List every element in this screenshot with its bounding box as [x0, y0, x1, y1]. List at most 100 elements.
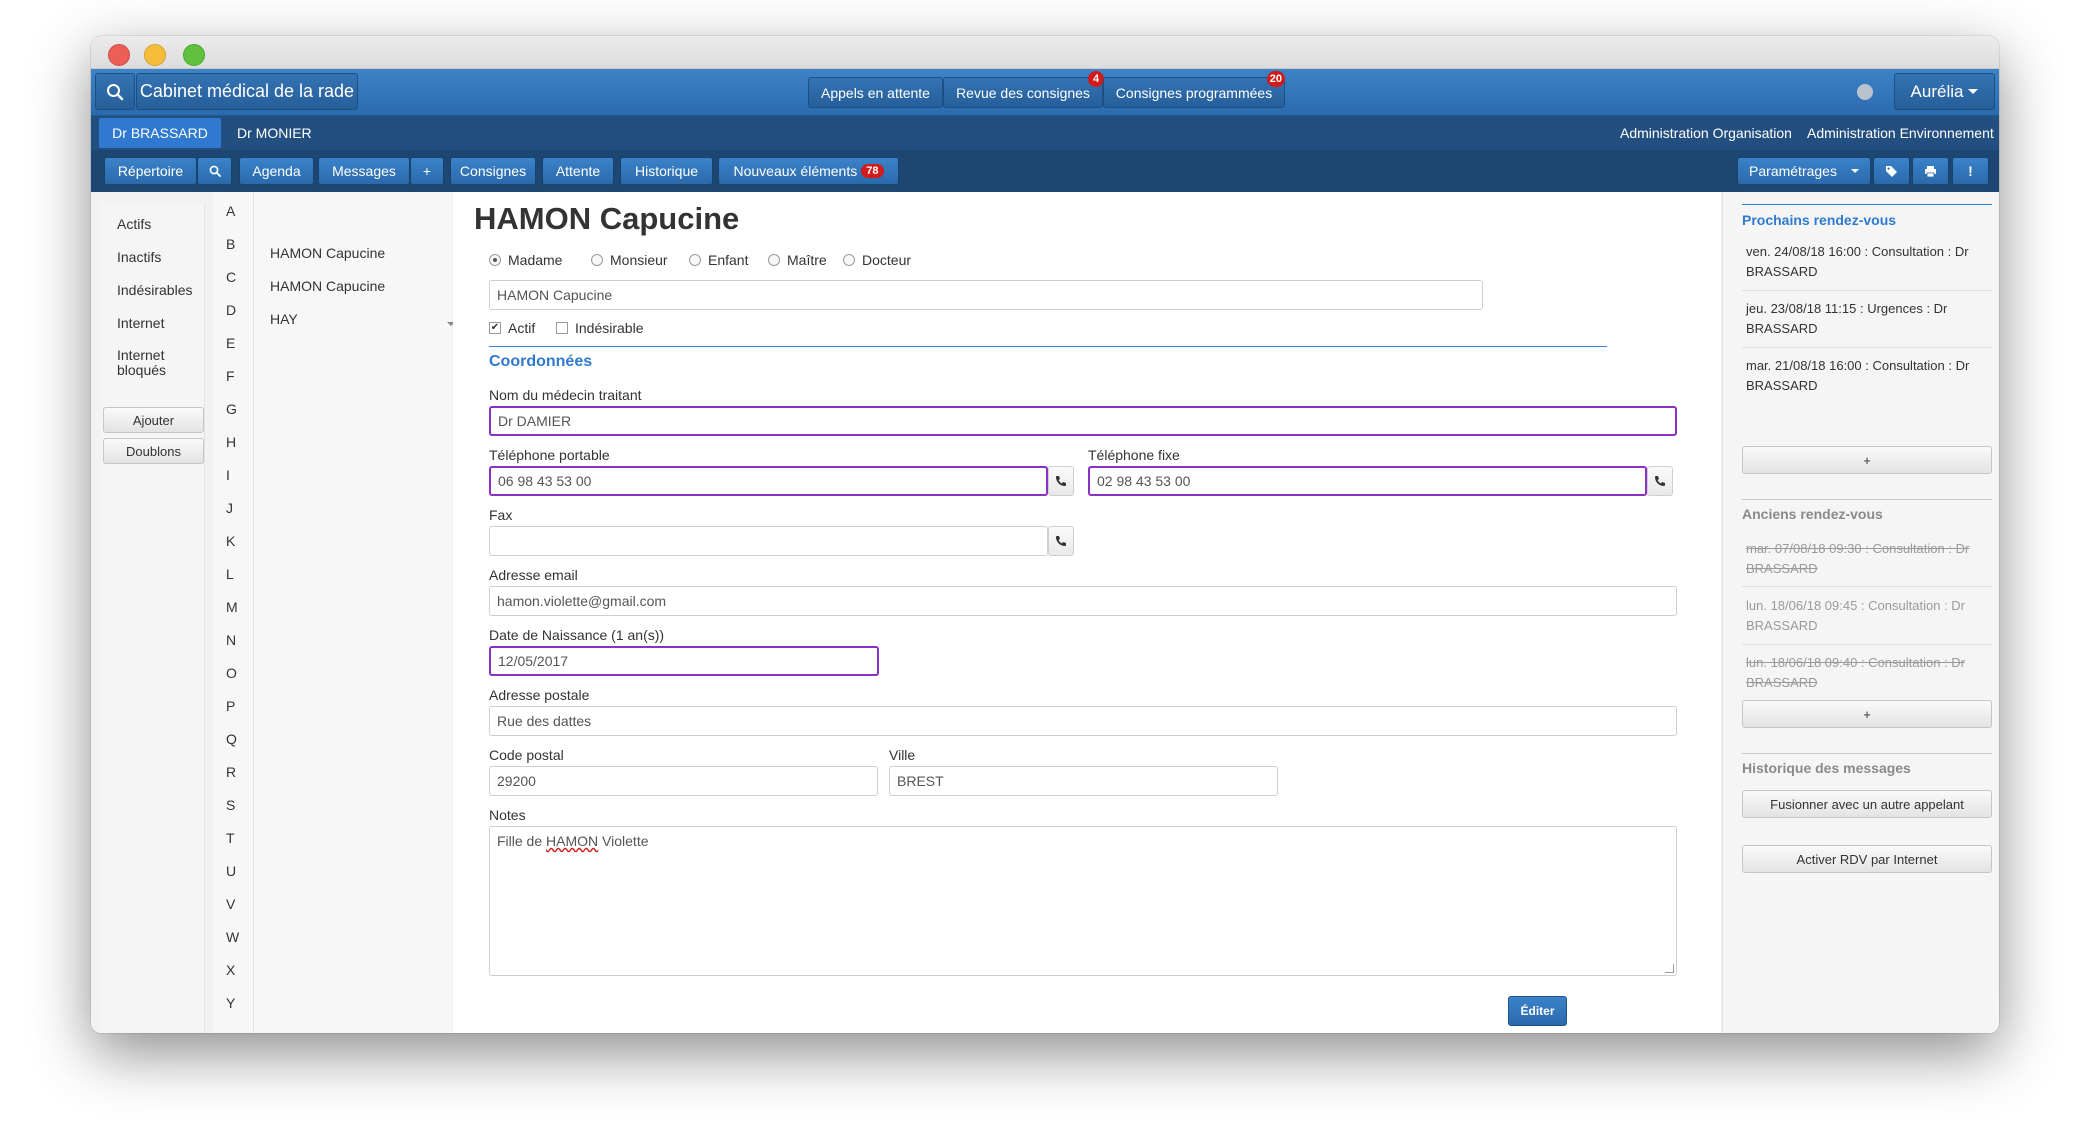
- tab-messages[interactable]: Messages: [318, 157, 410, 185]
- alert-button[interactable]: !: [1952, 157, 1989, 185]
- revue-consignes-button[interactable]: Revue des consignes 4: [943, 71, 1104, 108]
- call-portable-button[interactable]: [1048, 466, 1074, 496]
- resize-handle-icon[interactable]: [1665, 964, 1674, 973]
- filter-actifs[interactable]: Actifs: [117, 216, 151, 232]
- civility-madame-label: Madame: [508, 252, 563, 268]
- admin-environnement-link[interactable]: Administration Environnement: [1807, 118, 1994, 148]
- top-bar: Cabinet médical de la rade Appels en att…: [91, 69, 1999, 116]
- minimize-window-button[interactable]: [144, 44, 166, 66]
- letter-u[interactable]: U: [226, 863, 236, 879]
- letter-p[interactable]: P: [226, 698, 235, 714]
- appels-attente-button[interactable]: Appels en attente: [808, 77, 943, 108]
- close-window-button[interactable]: [108, 44, 130, 66]
- merge-caller-button[interactable]: Fusionner avec un autre appelant: [1742, 790, 1992, 818]
- consignes-programmees-button[interactable]: Consignes programmées 20: [1103, 71, 1285, 108]
- fax-input[interactable]: [489, 526, 1048, 556]
- letter-w[interactable]: W: [226, 929, 239, 945]
- activate-online-booking-button[interactable]: Activer RDV par Internet: [1742, 845, 1992, 873]
- tab-agenda[interactable]: Agenda: [239, 157, 314, 185]
- letter-t[interactable]: T: [226, 830, 235, 846]
- notes-textarea[interactable]: Fille de HAMON Violette: [489, 826, 1677, 976]
- letter-k[interactable]: K: [226, 533, 235, 549]
- parametrages-dropdown[interactable]: Paramétrages: [1737, 157, 1871, 185]
- call-fax-button[interactable]: [1048, 526, 1074, 556]
- doctor-tab-brassard[interactable]: Dr BRASSARD: [99, 118, 221, 148]
- upcoming-appointment[interactable]: jeu. 23/08/18 11:15 : Urgences : Dr BRAS…: [1746, 299, 1976, 339]
- dob-input[interactable]: 12/05/2017: [489, 646, 879, 676]
- past-appointment[interactable]: lun. 18/06/18 09:45 : Consultation : Dr …: [1746, 596, 1976, 636]
- tag-button[interactable]: [1873, 157, 1910, 185]
- new-message-button[interactable]: +: [410, 157, 444, 185]
- letter-q[interactable]: Q: [226, 731, 237, 747]
- tab-historique[interactable]: Historique: [620, 157, 713, 185]
- search-button[interactable]: [95, 73, 135, 110]
- filter-inactifs[interactable]: Inactifs: [117, 249, 161, 265]
- letter-x[interactable]: X: [226, 962, 235, 978]
- app-title-button[interactable]: Cabinet médical de la rade: [136, 73, 358, 110]
- list-item[interactable]: HAY: [270, 311, 298, 327]
- upcoming-appointment[interactable]: mar. 21/08/18 16:00 : Consultation : Dr …: [1746, 356, 1976, 396]
- letter-f[interactable]: F: [226, 368, 235, 384]
- civility-madame-radio[interactable]: [489, 254, 501, 266]
- email-input[interactable]: hamon.violette@gmail.com: [489, 586, 1677, 616]
- civility-docteur-radio[interactable]: [843, 254, 855, 266]
- duplicates-button[interactable]: Doublons: [103, 438, 204, 464]
- civility-monsieur-radio[interactable]: [591, 254, 603, 266]
- tel-fixe-input[interactable]: 02 98 43 53 00: [1088, 466, 1647, 496]
- caret-down-icon: [1968, 89, 1979, 94]
- letter-r[interactable]: R: [226, 764, 236, 780]
- tab-consignes[interactable]: Consignes: [450, 157, 536, 185]
- civility-maitre-radio[interactable]: [768, 254, 780, 266]
- tel-portable-input[interactable]: 06 98 43 53 00: [489, 466, 1048, 496]
- search-icon: [209, 165, 221, 177]
- letter-o[interactable]: O: [226, 665, 237, 681]
- tab-nouveaux-elements[interactable]: Nouveaux éléments 78: [718, 157, 899, 185]
- cp-input[interactable]: 29200: [489, 766, 878, 796]
- add-button[interactable]: Ajouter: [103, 407, 204, 433]
- admin-organisation-link[interactable]: Administration Organisation: [1620, 118, 1792, 148]
- indesirable-checkbox[interactable]: [556, 322, 568, 334]
- letter-v[interactable]: V: [226, 896, 235, 912]
- list-item[interactable]: HAMON Capucine: [270, 245, 385, 261]
- letter-b[interactable]: B: [226, 236, 235, 252]
- list-item[interactable]: HAMON Capucine: [270, 278, 385, 294]
- repertoire-search-button[interactable]: [197, 157, 232, 185]
- print-button[interactable]: [1912, 157, 1949, 185]
- tab-attente[interactable]: Attente: [542, 157, 614, 185]
- letter-d[interactable]: D: [226, 302, 236, 318]
- letter-n[interactable]: N: [226, 632, 236, 648]
- filter-internet[interactable]: Internet: [117, 315, 164, 331]
- maximize-window-button[interactable]: [183, 44, 205, 66]
- address-input[interactable]: Rue des dattes: [489, 706, 1677, 736]
- letter-h[interactable]: H: [226, 434, 236, 450]
- letter-c[interactable]: C: [226, 269, 236, 285]
- letter-e[interactable]: E: [226, 335, 235, 351]
- actif-checkbox[interactable]: ✔: [489, 322, 501, 334]
- more-upcoming-button[interactable]: +: [1742, 446, 1992, 474]
- letter-j[interactable]: J: [226, 500, 233, 516]
- letter-s[interactable]: S: [226, 797, 235, 813]
- civility-enfant-radio[interactable]: [689, 254, 701, 266]
- letter-g[interactable]: G: [226, 401, 237, 417]
- parametrages-label: Paramétrages: [1749, 163, 1837, 179]
- tab-repertoire[interactable]: Répertoire: [104, 157, 197, 185]
- letter-y[interactable]: Y: [226, 995, 235, 1011]
- full-name-input[interactable]: HAMON Capucine: [489, 280, 1483, 310]
- letter-l[interactable]: L: [226, 566, 234, 582]
- letter-i[interactable]: I: [226, 467, 230, 483]
- call-fixe-button[interactable]: [1647, 466, 1673, 496]
- edit-button[interactable]: Éditer: [1508, 996, 1567, 1026]
- upcoming-appointment[interactable]: ven. 24/08/18 16:00 : Consultation : Dr …: [1746, 242, 1976, 282]
- more-past-button[interactable]: +: [1742, 700, 1992, 728]
- medecin-traitant-input[interactable]: Dr DAMIER: [489, 406, 1677, 436]
- past-appointment[interactable]: lun. 18/06/18 09:40 : Consultation : Dr …: [1746, 653, 1976, 693]
- filter-indesirables[interactable]: Indésirables: [117, 282, 193, 298]
- letter-m[interactable]: M: [226, 599, 238, 615]
- past-appointment[interactable]: mar. 07/08/18 09:30 : Consultation : Dr …: [1746, 539, 1976, 579]
- user-menu-button[interactable]: Aurélia: [1894, 73, 1995, 110]
- filter-internet-bloques[interactable]: Internet bloqués: [117, 348, 187, 378]
- doctor-tab-monier[interactable]: Dr MONIER: [237, 118, 312, 148]
- divider: [1742, 290, 1992, 291]
- letter-a[interactable]: A: [226, 203, 235, 219]
- ville-input[interactable]: BREST: [889, 766, 1278, 796]
